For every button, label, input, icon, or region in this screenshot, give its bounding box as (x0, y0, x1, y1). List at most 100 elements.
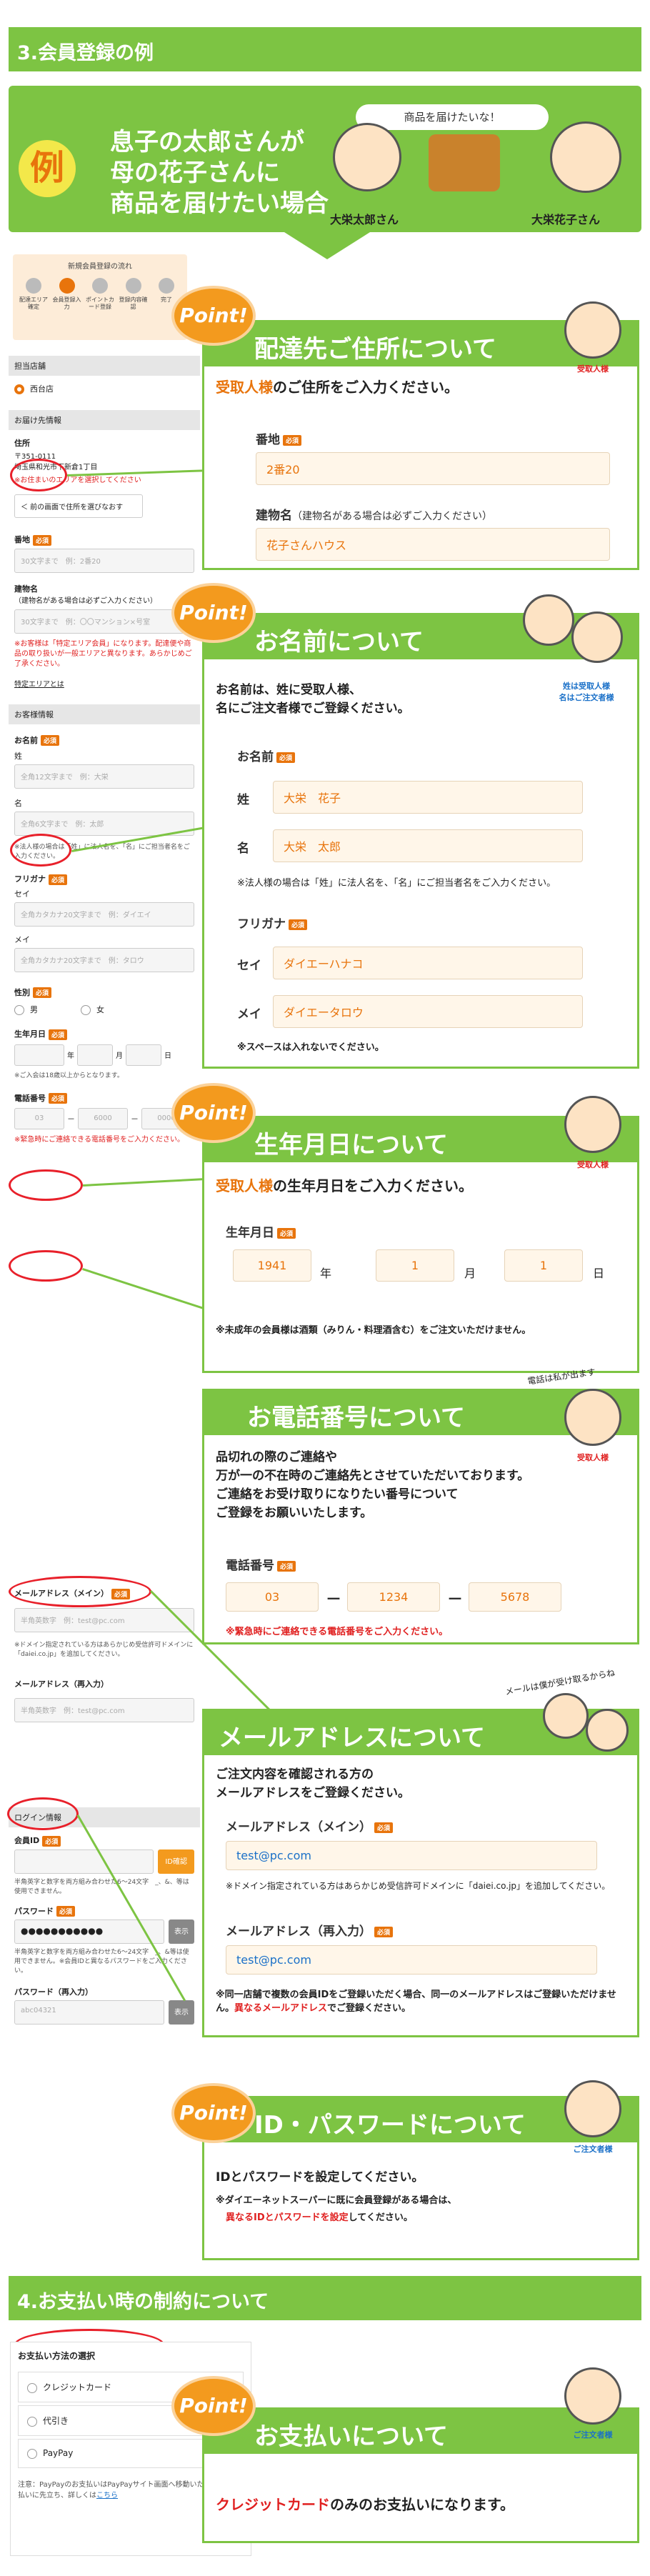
store-radio[interactable] (14, 384, 24, 394)
address-banchi-field[interactable]: 2番20 (256, 452, 610, 485)
id-line2: ※ダイエーネットスーパーに既に会員登録がある場合は、 (216, 2195, 457, 2206)
pw-show-button[interactable]: 表示 (169, 1919, 194, 1944)
furigana-mei-label: メイ (14, 934, 30, 944)
highlight-login (7, 1797, 79, 1830)
name-label: お名前 (14, 735, 38, 745)
gender-female-option[interactable]: 女 (81, 1004, 104, 1015)
birth-day-select[interactable] (126, 1044, 161, 1066)
son-character-icon (523, 594, 574, 646)
furigana-mei-field[interactable]: ダイエータロウ (273, 995, 583, 1028)
tokutei-area-link[interactable]: 特定エリアとは (9, 675, 200, 692)
step-dot (26, 278, 41, 294)
birth-year-field[interactable]: 1941 (233, 1249, 311, 1282)
radio-icon[interactable] (27, 2416, 37, 2427)
birth-intro-highlight: 受取人様 (216, 1177, 273, 1194)
section-title-payment: 4.お支払い時の制約について (9, 2276, 641, 2320)
furigana-sei-input[interactable]: 全角カタカナ20文字まで 例：ダイエイ (14, 902, 194, 927)
orderer-badge: ご注文者様 (573, 2430, 613, 2440)
furigana-mei-label-right: メイ (237, 1007, 261, 1022)
panel-mail: メールアドレスについて ご注文内容を確認される方の メールアドレスをご登録ください… (202, 1709, 639, 2037)
back-to-address-button[interactable]: ＜ 前の画面で住所を選びなおす (14, 494, 143, 518)
recipient-badge: 受取人様 (577, 364, 609, 374)
hero-text: 息子の太郎さんが 母の花子さんに 商品を届けたい場合 (110, 127, 329, 219)
building-input[interactable]: 30文字まで 例：〇〇マンション×号室 (14, 609, 194, 634)
son-character-icon (543, 1693, 589, 1739)
tel-label: 電話番号 (14, 1093, 46, 1103)
building-label: 建物名 (14, 584, 38, 594)
address-banchi-label: 番地 (256, 433, 280, 447)
hero-line-1: 息子の太郎さんが (110, 128, 304, 156)
furigana-label: フリガナ (14, 874, 46, 884)
tel-field-1[interactable]: 03 (226, 1582, 319, 1612)
furigana-sei-field[interactable]: ダイエーハナコ (273, 947, 583, 979)
address-building-field[interactable]: 花子さんハウス (256, 528, 610, 561)
id-note: 半角英字と数字を両方組み合わせた6〜24文字 _、&、等は使用できません。 (14, 1878, 189, 1895)
birth-year-select[interactable] (14, 1044, 64, 1066)
panel-birth: 生年月日について 受取人様の生年月日をご入力ください。 生年月日 必須 1941 … (202, 1116, 639, 1373)
example-badge: 例 (19, 140, 76, 197)
birth-day-unit: 日 (593, 1267, 605, 1280)
recipient-badge: 受取人様 (577, 1453, 609, 1462)
mother-character-icon (550, 121, 621, 193)
radio-icon[interactable] (27, 2382, 37, 2393)
mail-re-field[interactable]: test@pc.com (226, 1945, 597, 1975)
pw2-input[interactable]: abc04321 (14, 2000, 164, 2025)
building-warning: ※お客様は「特定エリア会員」になります。配達便や商品の取り扱いが一般エリアと異な… (14, 639, 192, 668)
pw-note: 半角英字と数字を両方組み合わせた6〜24文字 _、&等は使用できません。※会員I… (14, 1949, 189, 1975)
mail-input[interactable]: 半角英数字 例：test@pc.com (14, 1607, 194, 1632)
pw2-show-button[interactable]: 表示 (169, 2000, 194, 2025)
highlight-address (10, 459, 67, 491)
address-bar: お届け先情報 (9, 410, 200, 430)
birth-note: ※ご入会は18歳以上からとなります。 (14, 1072, 124, 1079)
banchi-input[interactable]: 30文字まで 例：2番20 (14, 548, 194, 573)
mother-character-icon (564, 301, 621, 359)
point-badge: Point! (174, 1086, 253, 1140)
tel-dash: － (326, 1591, 342, 1609)
point-badge: Point! (174, 586, 253, 640)
tel-field-3[interactable]: 5678 (469, 1582, 561, 1612)
birth-day-field[interactable]: 1 (504, 1249, 583, 1282)
tel-label-right: 電話番号 (226, 1559, 274, 1573)
mail2-label: メールアドレス（再入力） (14, 1679, 109, 1689)
pw2-label: パスワード（再入力） (14, 1987, 93, 1997)
banchi-label: 番地 (14, 535, 30, 544)
radio-icon[interactable] (27, 2448, 37, 2459)
birth-note-right: ※未成年の会員様は酒類（みりん・料理酒含む）をご注文いただけません。 (216, 1325, 531, 1336)
furigana-mei-input[interactable]: 全角カタカナ20文字まで 例：タロウ (14, 947, 194, 972)
birth-month-field[interactable]: 1 (376, 1249, 454, 1282)
registration-flow: 新規会員登録の流れ 配達エリア確定 会員登録入力 ポイントカード登録 登録内容確… (13, 254, 187, 340)
panel-address: 配達先ご住所について 受取人様のご住所をご入力ください。 番地 必須 2番20 建… (202, 320, 639, 570)
store-option[interactable]: 西台店 (9, 376, 200, 401)
mail2-input[interactable]: 半角英数字 例：test@pc.com (14, 1697, 194, 1722)
tel-warning: ※緊急時にご連絡できる電話番号をご入力ください。 (14, 1136, 184, 1144)
space-note: ※スペースは入れないでください。 (237, 1042, 384, 1053)
building-sub: （建物名がある場合は必ずご入力ください） (14, 596, 157, 605)
address-intro-highlight: 受取人様 (216, 379, 273, 396)
mei-label: 名 (14, 799, 22, 808)
payment-note-link[interactable]: こちら (96, 2492, 118, 2500)
mei-input[interactable]: 全角6文字まで 例：太郎 (14, 812, 194, 836)
id-check-button[interactable]: ID確認 (158, 1849, 194, 1874)
mei-field[interactable]: 大栄 太郎 (273, 829, 583, 862)
flow-step: ポイントカード登録 (85, 278, 115, 311)
id-line3-red: 異なるIDとパスワードを設定 (226, 2212, 349, 2223)
birth-label: 生年月日 (14, 1029, 46, 1039)
panel-payment: お支払いについて クレジットカードのみのお支払いになります。 (202, 2407, 639, 2543)
name-intro: お名前は、姓に受取人様、 名にご注文者様でご登録ください。 (216, 683, 410, 716)
birth-month-select[interactable] (77, 1044, 113, 1066)
birth-month-unit: 月 (464, 1267, 476, 1280)
flow-step: 配達エリア確定 (19, 278, 49, 311)
id-input[interactable] (14, 1849, 154, 1874)
tel-input-1[interactable]: 03 (14, 1108, 64, 1129)
pw-label: パスワード (14, 1906, 54, 1916)
id-line3-rest: してください。 (348, 2212, 413, 2223)
sei-input[interactable]: 全角12文字まで 例：大栄 (14, 764, 194, 789)
mail-main-field[interactable]: test@pc.com (226, 1841, 597, 1870)
sei-field[interactable]: 大栄 花子 (273, 781, 583, 814)
tel-field-2[interactable]: 1234 (347, 1582, 440, 1612)
mother-character-icon (586, 1709, 629, 1752)
pw-input[interactable]: ●●●●●●●●●●● (14, 1919, 164, 1944)
flow-title: 新規会員登録の流れ (68, 263, 132, 271)
gender-male-option[interactable]: 男 (14, 1004, 38, 1015)
tel-input-2[interactable]: 6000 (78, 1108, 128, 1129)
